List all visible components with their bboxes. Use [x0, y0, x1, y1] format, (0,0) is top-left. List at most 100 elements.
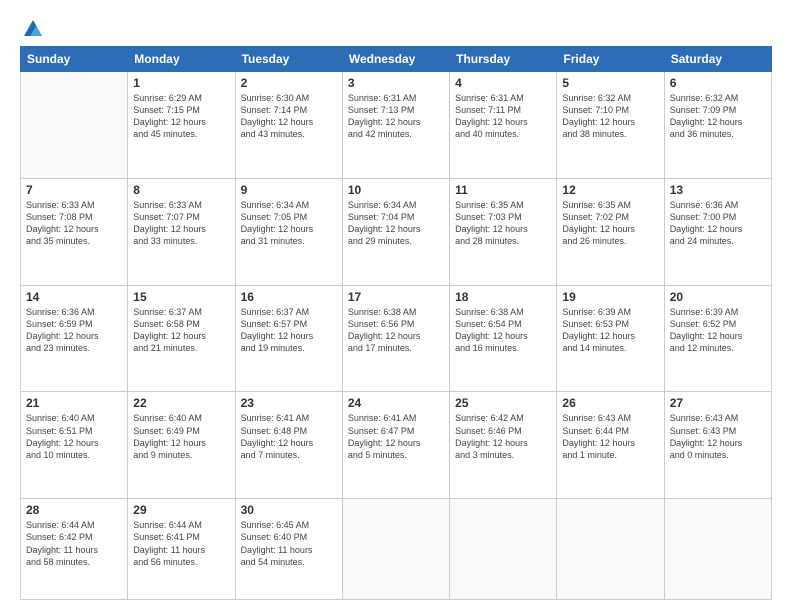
calendar-cell: 20 Sunrise: 6:39 AMSunset: 6:52 PMDayligh… — [664, 285, 771, 392]
day-info: Sunrise: 6:32 AMSunset: 7:10 PMDaylight:… — [562, 92, 658, 141]
day-number: 5 — [562, 76, 658, 90]
day-info: Sunrise: 6:39 AMSunset: 6:52 PMDaylight:… — [670, 306, 766, 355]
day-number: 21 — [26, 396, 122, 410]
calendar-cell: 1 Sunrise: 6:29 AMSunset: 7:15 PMDaylight… — [128, 72, 235, 179]
day-info: Sunrise: 6:33 AMSunset: 7:08 PMDaylight:… — [26, 199, 122, 248]
calendar-cell: 25 Sunrise: 6:42 AMSunset: 6:46 PMDayligh… — [450, 392, 557, 499]
calendar-cell — [450, 499, 557, 600]
calendar-cell: 11 Sunrise: 6:35 AMSunset: 7:03 PMDayligh… — [450, 178, 557, 285]
logo-icon — [22, 18, 44, 40]
calendar-cell: 19 Sunrise: 6:39 AMSunset: 6:53 PMDayligh… — [557, 285, 664, 392]
day-number: 19 — [562, 290, 658, 304]
day-number: 20 — [670, 290, 766, 304]
calendar-cell — [21, 72, 128, 179]
calendar-cell: 5 Sunrise: 6:32 AMSunset: 7:10 PMDaylight… — [557, 72, 664, 179]
day-number: 14 — [26, 290, 122, 304]
header-tuesday: Tuesday — [235, 47, 342, 72]
calendar-cell: 8 Sunrise: 6:33 AMSunset: 7:07 PMDaylight… — [128, 178, 235, 285]
day-number: 13 — [670, 183, 766, 197]
day-number: 10 — [348, 183, 444, 197]
day-info: Sunrise: 6:45 AMSunset: 6:40 PMDaylight:… — [241, 519, 337, 568]
day-number: 30 — [241, 503, 337, 517]
day-number: 28 — [26, 503, 122, 517]
day-number: 26 — [562, 396, 658, 410]
calendar-cell: 28 Sunrise: 6:44 AMSunset: 6:42 PMDayligh… — [21, 499, 128, 600]
calendar-cell: 6 Sunrise: 6:32 AMSunset: 7:09 PMDaylight… — [664, 72, 771, 179]
day-number: 12 — [562, 183, 658, 197]
header-monday: Monday — [128, 47, 235, 72]
calendar-cell: 13 Sunrise: 6:36 AMSunset: 7:00 PMDayligh… — [664, 178, 771, 285]
day-info: Sunrise: 6:38 AMSunset: 6:54 PMDaylight:… — [455, 306, 551, 355]
day-number: 1 — [133, 76, 229, 90]
calendar-cell: 18 Sunrise: 6:38 AMSunset: 6:54 PMDayligh… — [450, 285, 557, 392]
calendar-cell: 23Sunrise: 6:41 AMSunset: 6:48 PMDayligh… — [235, 392, 342, 499]
day-info: Sunrise: 6:33 AMSunset: 7:07 PMDaylight:… — [133, 199, 229, 248]
calendar-cell: 9 Sunrise: 6:34 AMSunset: 7:05 PMDaylight… — [235, 178, 342, 285]
day-info: Sunrise: 6:40 AMSunset: 6:51 PMDaylight:… — [26, 412, 122, 461]
day-number: 2 — [241, 76, 337, 90]
day-number: 7 — [26, 183, 122, 197]
day-info: Sunrise: 6:38 AMSunset: 6:56 PMDaylight:… — [348, 306, 444, 355]
day-info: Sunrise: 6:40 AMSunset: 6:49 PMDaylight:… — [133, 412, 229, 461]
calendar-cell: 15Sunrise: 6:37 AMSunset: 6:58 PMDayligh… — [128, 285, 235, 392]
day-number: 16 — [241, 290, 337, 304]
calendar-cell: 30 Sunrise: 6:45 AMSunset: 6:40 PMDayligh… — [235, 499, 342, 600]
day-number: 8 — [133, 183, 229, 197]
page: Sunday Monday Tuesday Wednesday Thursday… — [0, 0, 792, 612]
calendar-cell: 16 Sunrise: 6:37 AMSunset: 6:57 PMDayligh… — [235, 285, 342, 392]
day-info: Sunrise: 6:43 AMSunset: 6:43 PMDaylight:… — [670, 412, 766, 461]
day-info: Sunrise: 6:31 AMSunset: 7:13 PMDaylight:… — [348, 92, 444, 141]
header — [20, 18, 772, 40]
day-number: 25 — [455, 396, 551, 410]
day-number: 3 — [348, 76, 444, 90]
calendar-cell: 17 Sunrise: 6:38 AMSunset: 6:56 PMDayligh… — [342, 285, 449, 392]
day-info: Sunrise: 6:39 AMSunset: 6:53 PMDaylight:… — [562, 306, 658, 355]
day-info: Sunrise: 6:34 AMSunset: 7:04 PMDaylight:… — [348, 199, 444, 248]
calendar-cell: 7 Sunrise: 6:33 AMSunset: 7:08 PMDaylight… — [21, 178, 128, 285]
day-info: Sunrise: 6:36 AMSunset: 6:59 PMDaylight:… — [26, 306, 122, 355]
day-number: 6 — [670, 76, 766, 90]
day-info: Sunrise: 6:34 AMSunset: 7:05 PMDaylight:… — [241, 199, 337, 248]
day-number: 22 — [133, 396, 229, 410]
day-info: Sunrise: 6:35 AMSunset: 7:03 PMDaylight:… — [455, 199, 551, 248]
day-info: Sunrise: 6:41 AMSunset: 6:48 PMDaylight:… — [241, 412, 337, 461]
day-info: Sunrise: 6:32 AMSunset: 7:09 PMDaylight:… — [670, 92, 766, 141]
calendar-cell: 10 Sunrise: 6:34 AMSunset: 7:04 PMDayligh… — [342, 178, 449, 285]
calendar-cell: 3 Sunrise: 6:31 AMSunset: 7:13 PMDaylight… — [342, 72, 449, 179]
calendar-cell: 22 Sunrise: 6:40 AMSunset: 6:49 PMDayligh… — [128, 392, 235, 499]
calendar-cell: 26 Sunrise: 6:43 AMSunset: 6:44 PMDayligh… — [557, 392, 664, 499]
calendar-cell — [342, 499, 449, 600]
calendar-cell: 21 Sunrise: 6:40 AMSunset: 6:51 PMDayligh… — [21, 392, 128, 499]
day-info: Sunrise: 6:41 AMSunset: 6:47 PMDaylight:… — [348, 412, 444, 461]
day-number: 27 — [670, 396, 766, 410]
logo — [20, 18, 44, 40]
calendar-cell: 24Sunrise: 6:41 AMSunset: 6:47 PMDayligh… — [342, 392, 449, 499]
day-number: 29 — [133, 503, 229, 517]
calendar-cell — [664, 499, 771, 600]
day-info: Sunrise: 6:44 AMSunset: 6:42 PMDaylight:… — [26, 519, 122, 568]
header-sunday: Sunday — [21, 47, 128, 72]
day-info: Sunrise: 6:35 AMSunset: 7:02 PMDaylight:… — [562, 199, 658, 248]
day-number: 15 — [133, 290, 229, 304]
day-number: 18 — [455, 290, 551, 304]
calendar-cell: 14 Sunrise: 6:36 AMSunset: 6:59 PMDayligh… — [21, 285, 128, 392]
weekday-header-row: Sunday Monday Tuesday Wednesday Thursday… — [21, 47, 772, 72]
day-info: Sunrise: 6:42 AMSunset: 6:46 PMDaylight:… — [455, 412, 551, 461]
day-number: 9 — [241, 183, 337, 197]
day-info: Sunrise: 6:43 AMSunset: 6:44 PMDaylight:… — [562, 412, 658, 461]
day-info: Sunrise: 6:36 AMSunset: 7:00 PMDaylight:… — [670, 199, 766, 248]
day-info: Sunrise: 6:44 AMSunset: 6:41 PMDaylight:… — [133, 519, 229, 568]
day-info: Sunrise: 6:37 AMSunset: 6:57 PMDaylight:… — [241, 306, 337, 355]
day-number: 4 — [455, 76, 551, 90]
header-friday: Friday — [557, 47, 664, 72]
day-number: 11 — [455, 183, 551, 197]
calendar: Sunday Monday Tuesday Wednesday Thursday… — [20, 46, 772, 600]
header-wednesday: Wednesday — [342, 47, 449, 72]
calendar-cell — [557, 499, 664, 600]
day-info: Sunrise: 6:29 AMSunset: 7:15 PMDaylight:… — [133, 92, 229, 141]
day-number: 17 — [348, 290, 444, 304]
header-saturday: Saturday — [664, 47, 771, 72]
calendar-cell: 4Sunrise: 6:31 AMSunset: 7:11 PMDaylight… — [450, 72, 557, 179]
calendar-cell: 2Sunrise: 6:30 AMSunset: 7:14 PMDaylight… — [235, 72, 342, 179]
calendar-cell: 27 Sunrise: 6:43 AMSunset: 6:43 PMDayligh… — [664, 392, 771, 499]
